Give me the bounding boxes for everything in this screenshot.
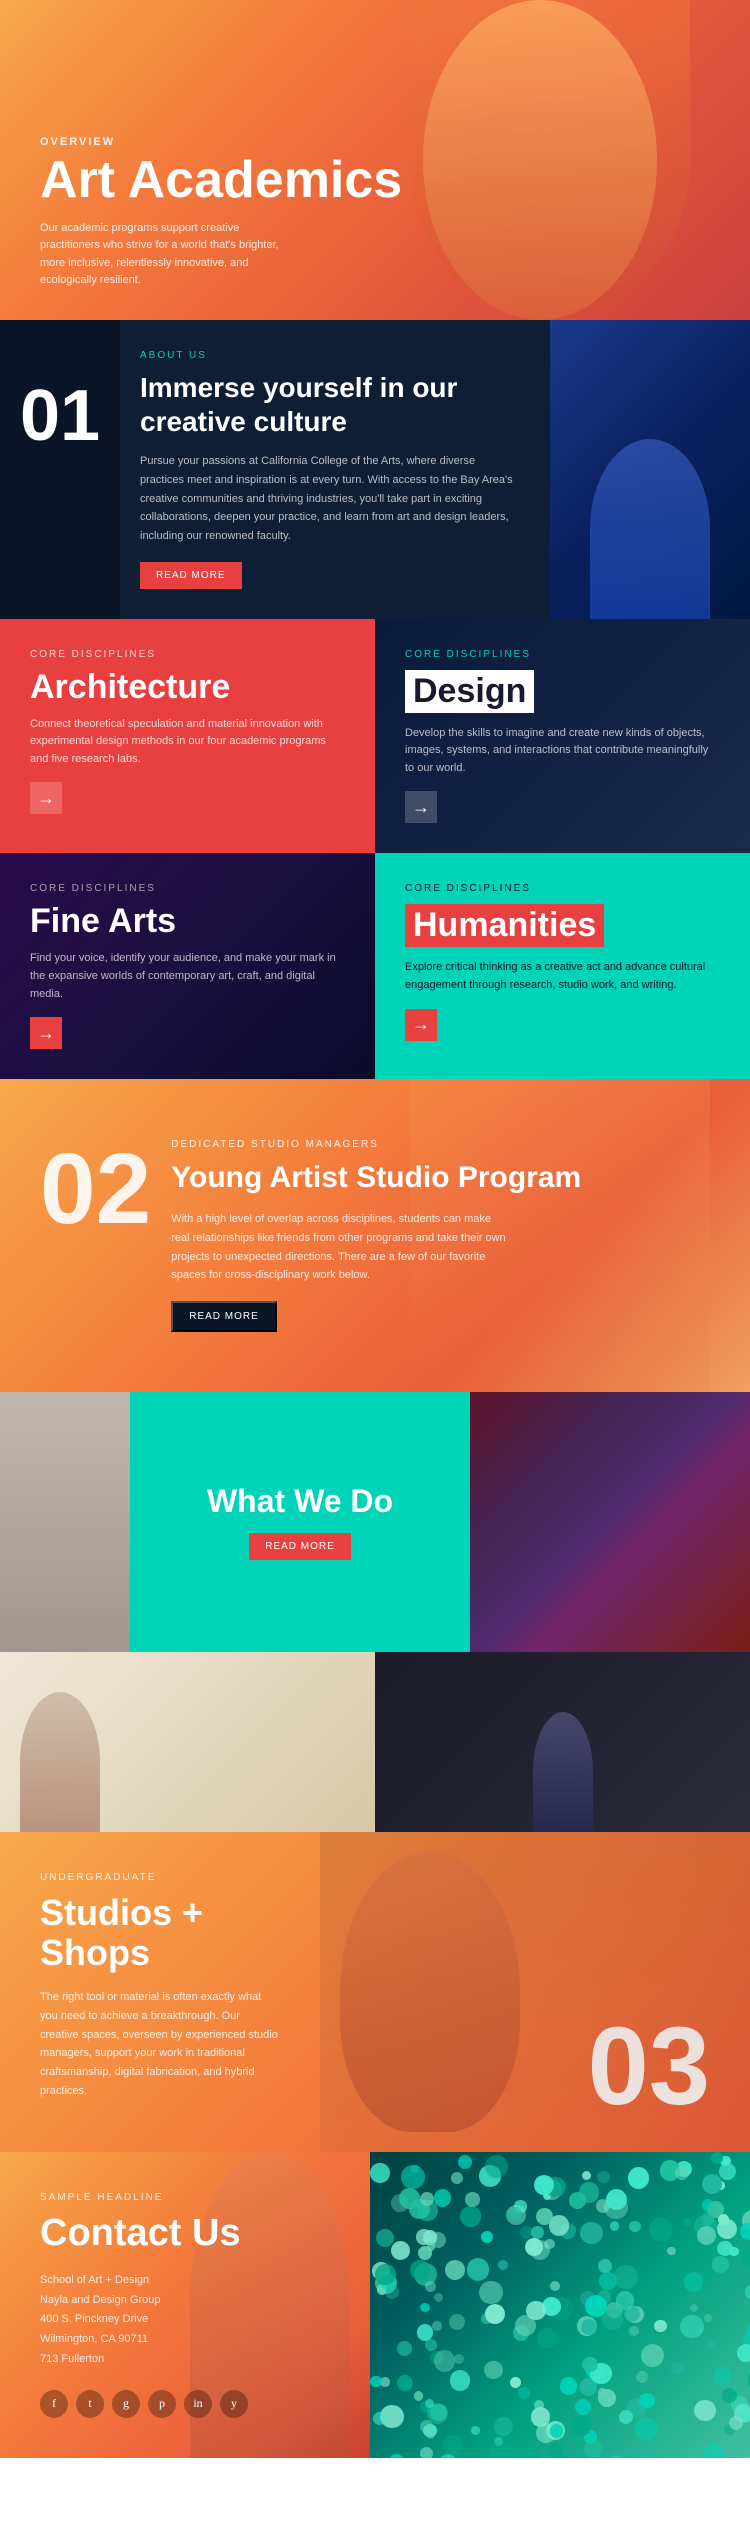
- sequin-overlay: [370, 2152, 750, 2458]
- studio-content: DEDICATED STUDIO MANAGERS Young Artist S…: [171, 1139, 710, 1332]
- arch-overline: CORE DISCIPLINES: [30, 649, 345, 660]
- what-left-image: [0, 1392, 130, 1652]
- bottom-person-2: [533, 1712, 593, 1832]
- address-line-2: Nayla and Design Group: [40, 2291, 330, 2311]
- arch-text: Connect theoretical speculation and mate…: [30, 716, 345, 769]
- social-youtube-icon[interactable]: y: [220, 2390, 248, 2418]
- bottom-person-1: [20, 1692, 100, 1832]
- studios-text: The right tool or material is often exac…: [40, 1988, 280, 2100]
- about-text: Pursue your passions at California Colle…: [140, 452, 520, 545]
- finearts-arrow-button[interactable]: →: [30, 1017, 62, 1049]
- hero-section: OVERVIEW Art Academics Our academic prog…: [0, 0, 750, 320]
- studios-number-column: 03: [320, 1832, 750, 2152]
- what-right-image: [470, 1392, 750, 1652]
- about-image: [550, 320, 750, 619]
- studios-content: UNDERGRADUATE Studios + Shops The right …: [0, 1832, 320, 2152]
- contact-section: SAMPLE HEADLINE Contact Us School of Art…: [0, 2152, 750, 2458]
- hero-overline: OVERVIEW: [40, 136, 402, 148]
- discipline-architecture: CORE DISCIPLINES Architecture Connect th…: [0, 619, 375, 854]
- studio-overline: DEDICATED STUDIO MANAGERS: [171, 1139, 710, 1150]
- contact-right-image: [370, 2152, 750, 2458]
- about-image-person: [590, 439, 710, 619]
- disciplines-grid: CORE DISCIPLINES Architecture Connect th…: [0, 619, 750, 1080]
- address-line-1: School of Art + Design: [40, 2271, 330, 2291]
- design-text: Develop the skills to imagine and create…: [405, 725, 720, 778]
- address-line-3: 400 S. Pinckney Drive: [40, 2310, 330, 2330]
- humanities-overline: CORE DISCIPLINES: [405, 883, 720, 894]
- what-left-bg: [0, 1392, 130, 1652]
- studios-face: [340, 1852, 520, 2132]
- what-title: What We Do: [207, 1484, 393, 1519]
- hero-content: OVERVIEW Art Academics Our academic prog…: [40, 136, 402, 290]
- finearts-text: Find your voice, identify your audience,…: [30, 950, 345, 1003]
- design-overline: CORE DISCIPLINES: [405, 649, 720, 660]
- design-arrow-button[interactable]: →: [405, 791, 437, 823]
- hero-description: Our academic programs support creative p…: [40, 220, 300, 290]
- studios-shops-section: UNDERGRADUATE Studios + Shops The right …: [0, 1832, 750, 2152]
- studio-text: With a high level of overlap across disc…: [171, 1210, 511, 1285]
- discipline-finearts: CORE DISCIPLINES Fine Arts Find your voi…: [0, 853, 375, 1079]
- social-linkedin-icon[interactable]: in: [184, 2390, 212, 2418]
- finearts-overline: CORE DISCIPLINES: [30, 883, 345, 894]
- studios-title: Studios + Shops: [40, 1893, 280, 1972]
- bottom-image-1: [0, 1652, 375, 1832]
- about-content: ABOUT US Immerse yourself in our creativ…: [120, 320, 550, 619]
- contact-left: SAMPLE HEADLINE Contact Us School of Art…: [0, 2152, 370, 2458]
- what-we-do-section: What We Do read more: [0, 1392, 750, 1652]
- about-title: Immerse yourself in our creative culture: [140, 371, 520, 438]
- arch-title: Architecture: [30, 670, 345, 704]
- discipline-humanities: CORE DISCIPLINES Humanities Explore crit…: [375, 853, 750, 1079]
- about-section: 01 ABOUT US Immerse yourself in our crea…: [0, 320, 750, 619]
- neon-overlay: [470, 1392, 750, 1652]
- contact-title: Contact Us: [40, 2213, 330, 2255]
- address-line-5: 713 Fullerton: [40, 2350, 330, 2370]
- social-pinterest-icon[interactable]: p: [148, 2390, 176, 2418]
- finearts-title: Fine Arts: [30, 904, 345, 938]
- what-center-content: What We Do read more: [130, 1392, 470, 1652]
- about-overline: ABOUT US: [140, 350, 520, 361]
- humanities-text: Explore critical thinking as a creative …: [405, 959, 720, 994]
- design-title: Design: [405, 670, 534, 713]
- contact-address: School of Art + Design Nayla and Design …: [40, 2271, 330, 2370]
- about-read-more-button[interactable]: read more: [140, 562, 242, 589]
- about-number-column: 01: [0, 320, 120, 619]
- social-twitter-icon[interactable]: t: [76, 2390, 104, 2418]
- studios-overline: UNDERGRADUATE: [40, 1872, 280, 1883]
- humanities-title: Humanities: [405, 904, 604, 947]
- studio-number: 02: [40, 1139, 151, 1239]
- studio-read-more-button[interactable]: read more: [171, 1301, 277, 1332]
- arch-arrow-button[interactable]: →: [30, 782, 62, 814]
- social-icons-row: f t g p in y: [40, 2390, 330, 2418]
- discipline-design: CORE DISCIPLINES Design Develop the skil…: [375, 619, 750, 854]
- bottom-images-row: [0, 1652, 750, 1832]
- hero-title: Art Academics: [40, 154, 402, 206]
- social-google-icon[interactable]: g: [112, 2390, 140, 2418]
- address-line-4: Wilmington, CA 90711: [40, 2330, 330, 2350]
- about-number: 01: [20, 380, 100, 452]
- what-read-more-button[interactable]: read more: [249, 1533, 351, 1560]
- bottom-image-2: [375, 1652, 750, 1832]
- studio-section: 02 DEDICATED STUDIO MANAGERS Young Artis…: [0, 1079, 750, 1392]
- humanities-arrow-button[interactable]: →: [405, 1009, 437, 1041]
- social-facebook-icon[interactable]: f: [40, 2390, 68, 2418]
- studio-title: Young Artist Studio Program: [171, 1160, 710, 1196]
